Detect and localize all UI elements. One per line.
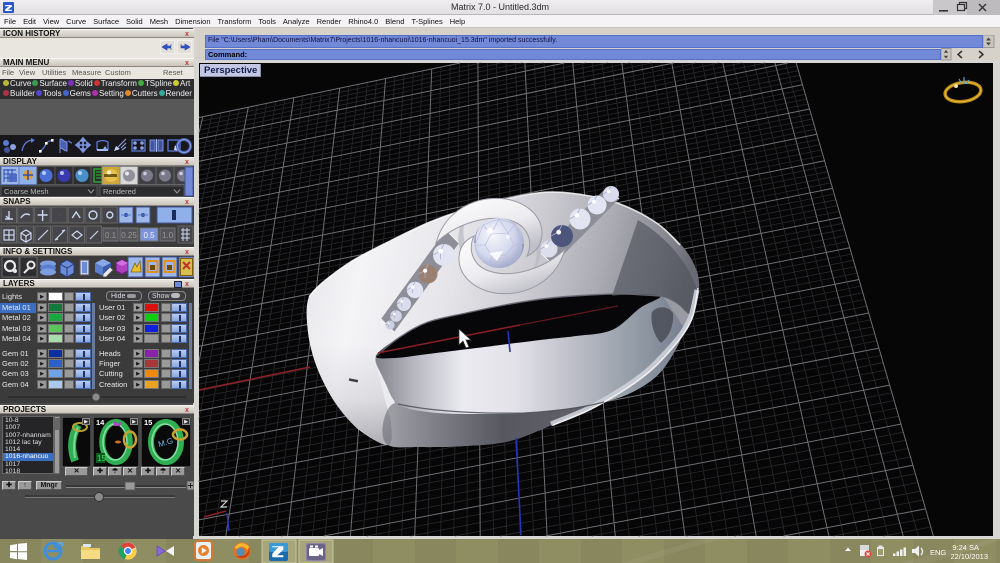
svg-text:22/10/2013: 22/10/2013 <box>950 552 988 561</box>
svg-text:9:24 SA: 9:24 SA <box>952 543 979 552</box>
svg-text:Rendered: Rendered <box>103 187 136 196</box>
svg-text:ENG: ENG <box>930 548 946 557</box>
svg-text:15: 15 <box>97 454 106 463</box>
svg-text:1.0: 1.0 <box>162 231 174 240</box>
svg-text:0.5: 0.5 <box>143 231 155 240</box>
svg-text:0.25: 0.25 <box>121 231 137 240</box>
svg-text:0.1: 0.1 <box>105 231 117 240</box>
svg-text:Coarse Mesh: Coarse Mesh <box>4 187 49 196</box>
